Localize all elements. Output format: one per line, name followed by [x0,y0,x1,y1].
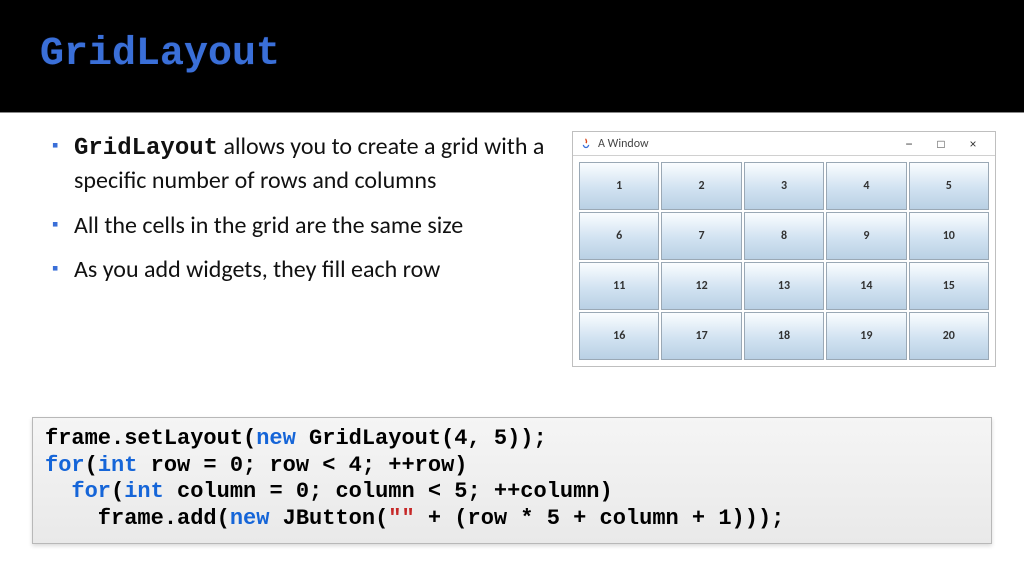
code-text: + (row * 5 + column + 1))); [415,506,785,531]
grid-button[interactable]: 16 [579,312,659,360]
code-text: column = 0; column < 5; ++column) [164,479,613,504]
grid-button[interactable]: 8 [744,212,824,260]
grid-button[interactable]: 2 [661,162,741,210]
bullet-text: As you add widgets, they fill each row [74,255,440,284]
grid-button[interactable]: 17 [661,312,741,360]
maximize-button[interactable]: □ [925,133,957,155]
code-keyword: for [71,479,111,504]
code-keyword: int [98,453,138,478]
window-client-area: 1234567891011121314151617181920 [573,156,995,366]
example-window: A Window − □ × 1234567891011121314151617… [572,131,996,367]
grid-button[interactable]: 7 [661,212,741,260]
grid-button[interactable]: 1 [579,162,659,210]
window-title: A Window [598,137,893,151]
code-text: GridLayout(4, 5)); [296,426,547,451]
slide-title: GridLayout [40,32,984,77]
window-titlebar: A Window − □ × [573,132,995,156]
title-bar: GridLayout [0,0,1024,112]
grid-button[interactable]: 12 [661,262,741,310]
grid-button[interactable]: 3 [744,162,824,210]
grid-button[interactable]: 18 [744,312,824,360]
grid-button[interactable]: 5 [909,162,989,210]
bullet-item: GridLayout allows you to create a grid w… [52,131,554,198]
code-keyword: new [230,506,270,531]
code-text: row = 0; row < 4; ++row) [137,453,467,478]
code-keyword: for [45,453,85,478]
grid-button[interactable]: 10 [909,212,989,260]
code-block: frame.setLayout(new GridLayout(4, 5)); f… [32,417,992,544]
bullet-item: All the cells in the grid are the same s… [52,210,554,242]
code-string: "" [388,506,414,531]
grid-layout: 1234567891011121314151617181920 [579,162,989,360]
bullet-text: All the cells in the grid are the same s… [74,211,463,240]
grid-button[interactable]: 4 [826,162,906,210]
code-keyword: int [124,479,164,504]
code-text: frame.add( [45,506,230,531]
content-area: GridLayout allows you to create a grid w… [0,113,1024,367]
bullet-item: As you add widgets, they fill each row [52,254,554,286]
grid-button[interactable]: 6 [579,212,659,260]
grid-button[interactable]: 14 [826,262,906,310]
grid-button[interactable]: 13 [744,262,824,310]
grid-button[interactable]: 15 [909,262,989,310]
code-keyword: new [256,426,296,451]
bullet-list: GridLayout allows you to create a grid w… [52,131,554,367]
grid-button[interactable]: 11 [579,262,659,310]
grid-button[interactable]: 20 [909,312,989,360]
bullet-strong: GridLayout [74,135,218,162]
close-button[interactable]: × [957,133,989,155]
java-icon [579,137,593,151]
code-text: JButton( [269,506,388,531]
code-text: ( [111,479,124,504]
code-text: frame.setLayout( [45,426,256,451]
grid-button[interactable]: 19 [826,312,906,360]
window-controls: − □ × [893,133,989,155]
slide: GridLayout GridLayout allows you to crea… [0,0,1024,576]
minimize-button[interactable]: − [893,133,925,155]
grid-button[interactable]: 9 [826,212,906,260]
code-text: ( [85,453,98,478]
